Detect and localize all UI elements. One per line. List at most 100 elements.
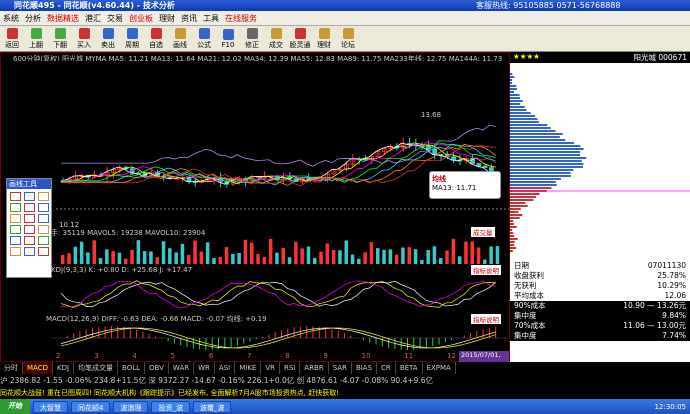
toolbar-button[interactable]: 股灵通 xyxy=(288,26,312,52)
indicator-tab[interactable]: OBV xyxy=(145,362,169,374)
draw-tool-icon[interactable] xyxy=(10,192,21,201)
volume-chart xyxy=(61,238,500,264)
chip-bar xyxy=(510,160,582,162)
indicator-tab[interactable]: ARBR xyxy=(300,362,329,374)
chip-bar xyxy=(510,229,513,231)
volume-bar xyxy=(79,241,84,264)
chip-stat-value: 10.90 — 13.26元 xyxy=(623,301,686,310)
news-ticker[interactable]: 同花顺大战鼓! 重在已图周四! 同花顺大机构《跟踪提示》已经发布, 全面解析7月… xyxy=(0,387,690,399)
menu-item[interactable]: 港汇 xyxy=(85,14,101,23)
indicator-tab[interactable]: 分时 xyxy=(0,362,23,374)
toolbar-button[interactable]: 公式 xyxy=(192,26,216,52)
volume-bar xyxy=(483,259,487,264)
toolbar-button[interactable]: F10 xyxy=(216,26,240,52)
candle-body xyxy=(476,163,482,167)
toolbar-button[interactable]: 理财 xyxy=(312,26,336,52)
volume-bar xyxy=(237,252,241,264)
toolbar-button[interactable]: 论坛 xyxy=(336,26,360,52)
chip-bar xyxy=(510,118,538,120)
toolbar-button[interactable]: 下翻 xyxy=(48,26,72,52)
volume-bar xyxy=(413,249,418,264)
indicator-tab[interactable]: ASI xyxy=(215,362,236,374)
chip-stat-row: 平均成本 12.06 xyxy=(510,291,690,301)
indicator-tab[interactable]: MIKE xyxy=(235,362,262,374)
volume-bar xyxy=(124,258,128,264)
draw-tool-icon[interactable] xyxy=(38,203,49,212)
draw-tool-icon[interactable] xyxy=(38,225,49,234)
volume-bar xyxy=(388,249,393,264)
menu-item[interactable]: 创业板 xyxy=(129,14,153,23)
toolbar-icon xyxy=(222,29,234,40)
menu-item[interactable]: 交易 xyxy=(107,14,123,23)
chip-bar xyxy=(510,121,539,123)
volume-bar xyxy=(464,241,468,264)
indicator-tab[interactable]: BIAS xyxy=(352,362,378,374)
draw-tool-icon[interactable] xyxy=(38,192,49,201)
draw-tool-icon[interactable] xyxy=(10,214,21,223)
toolbar-button[interactable]: 自选 xyxy=(144,26,168,52)
indicator-tab[interactable]: CR xyxy=(377,362,396,374)
volume-bar xyxy=(300,248,304,264)
indicator-tab[interactable]: EXPMA xyxy=(423,362,456,374)
indicator-tab[interactable]: BETA xyxy=(396,362,423,374)
indicator-tab[interactable]: RSI xyxy=(280,362,301,374)
volume-bar xyxy=(61,254,65,264)
draw-tool-icon[interactable] xyxy=(24,203,35,212)
chip-bar xyxy=(510,211,519,213)
indicator-tab[interactable]: KDJ xyxy=(53,362,75,374)
toolbar-button[interactable]: 修正 xyxy=(240,26,264,52)
chip-bar xyxy=(510,91,514,93)
volume-bar xyxy=(193,240,197,264)
draw-tool-icon[interactable] xyxy=(10,203,21,212)
toolbar-icon xyxy=(6,28,18,39)
indicator-tab[interactable]: MACD xyxy=(23,362,53,374)
taskbar-item[interactable]: 大智慧 xyxy=(33,400,68,413)
chip-bar xyxy=(510,82,512,84)
menu-item[interactable]: 资讯 xyxy=(181,14,197,23)
tooltip-title: 均线 xyxy=(432,175,446,183)
menu-item[interactable]: 系统 xyxy=(3,14,19,23)
volume-bar xyxy=(363,252,367,264)
draw-tool-icon[interactable] xyxy=(24,192,35,201)
toolbar-button[interactable]: 周期 xyxy=(120,26,144,52)
toolbar-label: F10 xyxy=(221,41,235,49)
indicator-tab[interactable]: 均笔成交量 xyxy=(74,362,119,374)
chip-bar xyxy=(510,124,548,126)
chip-header: ★★★★ 阳光城 000671 xyxy=(510,52,690,63)
taskbar-item[interactable]: 投资_波 xyxy=(151,400,190,413)
chip-stat-key: 集中度 xyxy=(514,331,537,340)
taskbar-item[interactable]: 波覆_波 xyxy=(192,400,232,413)
menu-item[interactable]: 理财 xyxy=(159,14,175,23)
toolbar-button[interactable]: 返回 xyxy=(0,26,24,52)
draw-tool-icon[interactable] xyxy=(38,214,49,223)
chip-bar xyxy=(510,232,514,234)
chip-bar xyxy=(510,139,566,141)
toolbar-button[interactable]: 买入 xyxy=(72,26,96,52)
taskbar-item[interactable]: 同花顺4 xyxy=(71,400,111,413)
volume-bar xyxy=(369,242,374,264)
toolbar-button[interactable]: 卖出 xyxy=(96,26,120,52)
indicator-tab[interactable]: BOLL xyxy=(118,362,146,374)
indicator-tab[interactable]: VR xyxy=(261,362,280,374)
menu-item[interactable]: 数据精选 xyxy=(47,14,79,23)
chart-area[interactable]: 600分钟(复权) 阳光城 MYMA MA5: 11.21 MA13: 11.6… xyxy=(0,52,510,369)
toolbar-icon xyxy=(198,28,210,39)
toolbar-button[interactable]: 成交 xyxy=(264,26,288,52)
toolbar-button[interactable]: 上翻 xyxy=(24,26,48,52)
taskbar-item[interactable]: 波浪理 xyxy=(113,400,149,413)
indicator-tabs: 分时 MACD KDJ 均笔成交量 BOLL OBV WAR WR ASI MIKE VR RSI AR… xyxy=(0,362,690,374)
start-button[interactable]: 开始 xyxy=(0,399,30,414)
menu-item[interactable]: 在线服务 xyxy=(225,14,257,23)
draw-tool-icon[interactable] xyxy=(24,225,35,234)
menu-item[interactable]: 分析 xyxy=(25,14,41,23)
draw-tool-icon[interactable] xyxy=(24,214,35,223)
indicator-tab[interactable]: SAR xyxy=(329,362,352,374)
indicator-tab[interactable]: WAR xyxy=(169,362,195,374)
indicator-tab[interactable]: WR xyxy=(194,362,215,374)
draw-tool-icon[interactable] xyxy=(10,225,21,234)
menu-item[interactable]: 工具 xyxy=(203,14,219,23)
candlestick-chart[interactable]: 13.6810.12 xyxy=(1,61,509,231)
x-tick: 6 xyxy=(208,352,214,360)
toolbar-button[interactable]: 画线 xyxy=(168,26,192,52)
chip-bar xyxy=(510,193,540,195)
